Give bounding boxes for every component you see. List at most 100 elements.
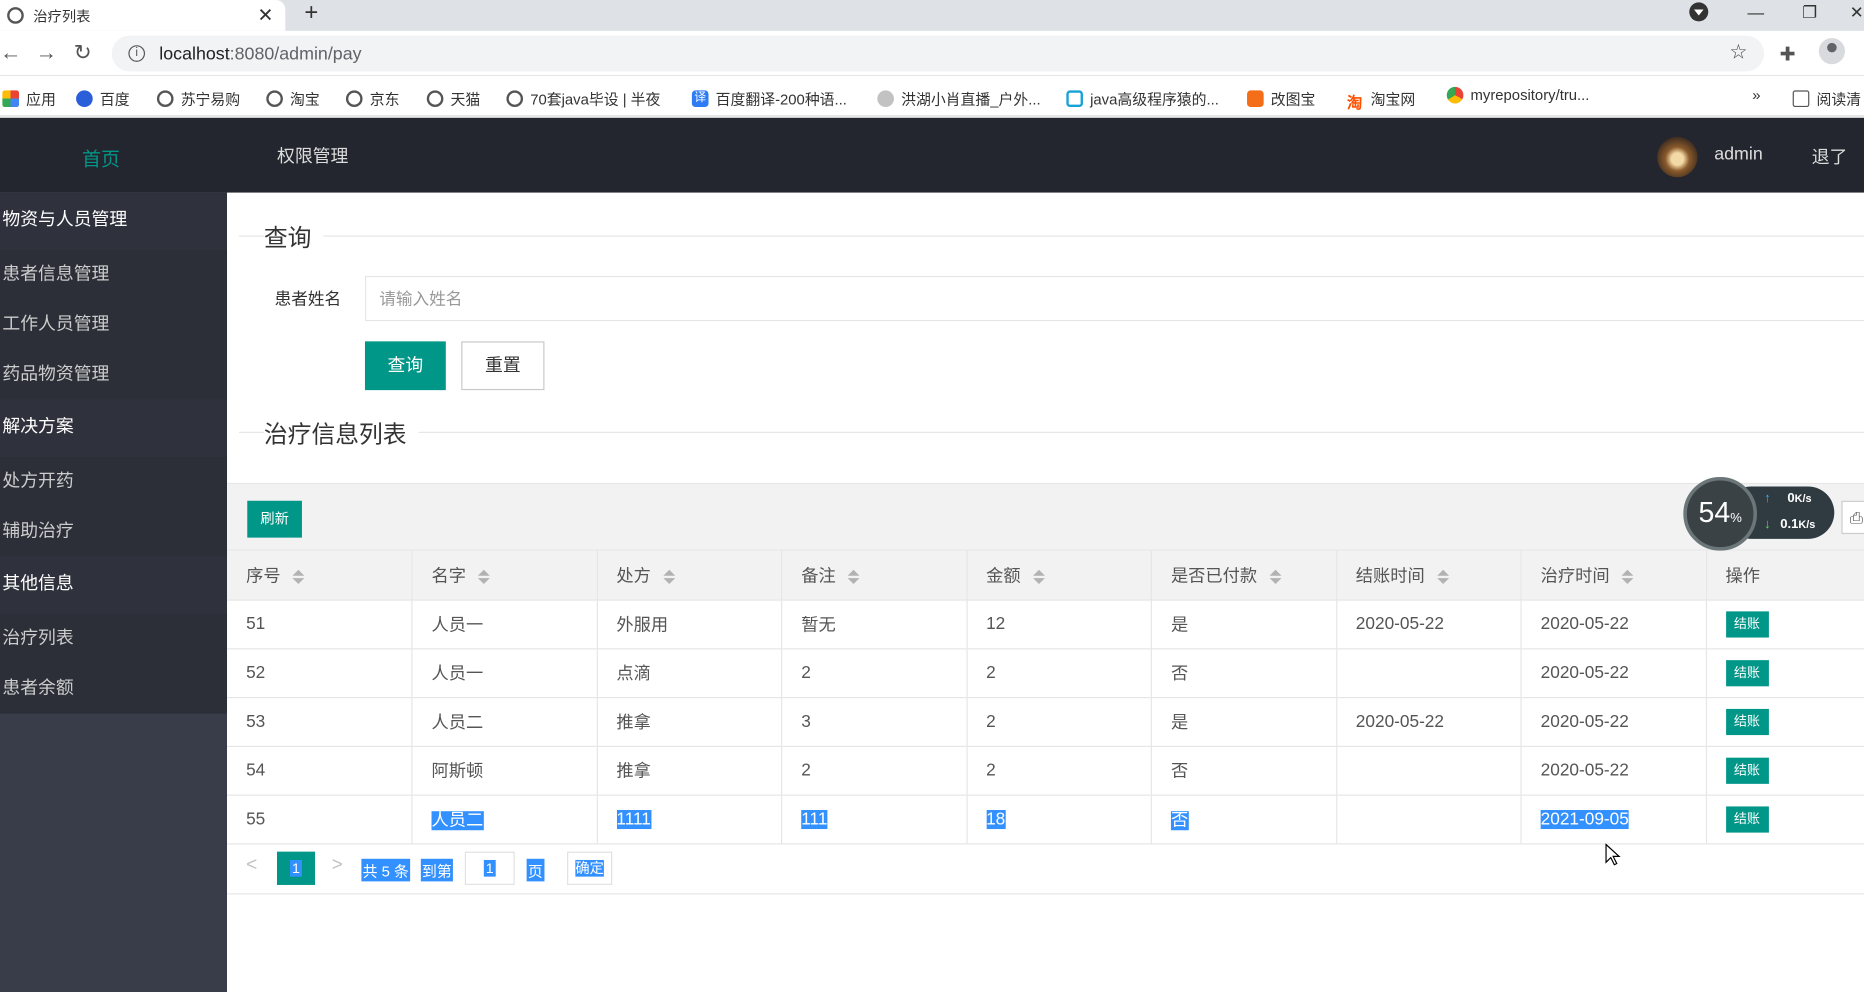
sidebar-item-staff[interactable]: 工作人员管理 [0,299,228,350]
cell-id: 51 [227,599,413,649]
sidebar-group-supplies[interactable]: 物资与人员管理 [0,192,228,250]
bookmark-taobao[interactable]: 淘宝 [266,87,320,110]
sidebar: 物资与人员管理 患者信息管理 工作人员管理 药品物资管理 解决方案 处方开药 辅… [0,192,228,992]
sidebar-group-solutions[interactable]: 解决方案 [0,399,228,457]
cell-treat-time: 2020-05-22 [1521,697,1707,747]
url-bar[interactable]: i localhost :8080/admin/pay ☆ [111,35,1765,72]
back-icon[interactable]: ← [0,40,21,65]
patient-name-input[interactable] [364,275,1864,322]
forward-icon[interactable]: → [36,40,57,65]
refresh-button[interactable]: 刷新 [247,500,302,538]
divider [238,431,1864,433]
bookmark-live[interactable]: 洪湖小肖直播_户外... [877,87,1041,110]
current-page[interactable]: 1 [276,851,316,885]
page-confirm-button[interactable]: 确定 [567,851,613,885]
sidebar-item-prescribe[interactable]: 处方开药 [0,456,228,507]
col-paid[interactable]: 是否已付款 [1151,550,1337,601]
baidu-icon [76,89,93,107]
bookmark-bilibili[interactable]: java高级程序猿的... [1066,87,1219,110]
col-id[interactable]: 序号 [227,550,413,601]
new-tab-icon[interactable]: + [304,0,318,27]
cell-id: 52 [227,648,413,698]
cell-amount: 12 [966,599,1152,649]
site-info-icon[interactable]: i [128,45,146,62]
browser-tab[interactable]: 治疗列表 ✕ [0,0,286,31]
reading-list[interactable]: 阅读清 [1792,87,1861,110]
bookmark-taobao-net[interactable]: 淘淘宝网 [1346,87,1415,111]
window-close-icon[interactable]: ✕ [1850,2,1864,22]
cell-note: 暂无 [781,599,968,649]
cell-note: 111 [781,794,968,844]
network-speed-widget[interactable]: 54% ↑ 0K/s ↓ 0.1K/s [1683,476,1835,551]
col-settle-time[interactable]: 结账时间 [1336,550,1522,601]
logout-link[interactable]: 退了 [1812,144,1848,169]
cell-prescription: 点滴 [596,648,783,698]
table-row: 54 阿斯顿 推拿 2 2 否 2020-05-22 结账 [227,745,1864,796]
sort-icon [662,569,675,584]
bookmark-fanyi[interactable]: 译百度翻译-200种语... [691,87,847,110]
bookmarks-bar: 应用 百度 苏宁易购 淘宝 京东 天猫 70套java毕设 | 半夜 译百度翻译… [0,76,1864,117]
page-number-input[interactable]: 1 [464,851,515,885]
bookmark-tmall[interactable]: 天猫 [426,87,480,110]
settle-button[interactable]: 结账 [1725,757,1769,784]
bookmark-jd[interactable]: 京东 [345,87,399,110]
sidebar-item-drugs[interactable]: 药品物资管理 [0,349,228,400]
profile-icon[interactable] [1818,38,1845,65]
bookmark-java[interactable]: 70套java毕设 | 半夜 [506,87,660,110]
nav-permissions[interactable]: 权限管理 [277,143,348,168]
username[interactable]: admin [1714,144,1763,164]
total-count: 共 5 条 [361,858,411,882]
col-prescription[interactable]: 处方 [596,550,783,601]
close-tab-icon[interactable]: ✕ [257,4,273,28]
bookmarks-more[interactable]: » [1752,87,1760,104]
col-amount[interactable]: 金额 [966,550,1152,601]
cell-paid: 是 [1151,599,1337,649]
sidebar-item-balance[interactable]: 患者余额 [0,663,228,714]
cell-name: 人员一 [411,648,598,698]
download-speed: ↓ 0.1K/s [1764,517,1816,532]
sidebar-item-treatment-list[interactable]: 治疗列表 [0,613,228,664]
extensions-icon[interactable]: ✚ [1780,43,1796,67]
sidebar-group-other[interactable]: 其他信息 [0,556,228,614]
nav-home[interactable]: 首页 [82,143,120,172]
apps-icon [2,89,20,107]
globe-icon [266,89,283,107]
sidebar-item-patients[interactable]: 患者信息管理 [0,249,228,300]
cell-treat-time: 2020-05-22 [1521,599,1707,649]
bookmark-star-icon[interactable]: ☆ [1729,40,1747,64]
prev-page-icon[interactable]: < [246,855,257,876]
cell-treat-time: 2020-05-22 [1521,745,1707,796]
settle-button[interactable]: 结账 [1725,659,1769,686]
reset-button[interactable]: 重置 [461,341,545,391]
chrome-icon [1446,86,1464,104]
bookmark-repo[interactable]: myrepository/tru... [1446,86,1589,104]
address-toolbar: ← → ↻ i localhost :8080/admin/pay ☆ ✚ [0,30,1864,77]
bookmark-baidu[interactable]: 百度 [76,87,130,110]
arrow-down-icon: ↓ [1764,517,1771,532]
cell-paid: 否 [1151,648,1337,698]
maximize-icon[interactable]: ❐ [1802,2,1817,22]
col-note[interactable]: 备注 [781,550,968,601]
col-name[interactable]: 名字 [411,550,598,601]
sort-icon [847,569,860,584]
sort-icon [292,569,305,584]
cell-treat-time: 2020-05-22 [1521,648,1707,698]
globe-icon [345,89,363,107]
settle-button[interactable]: 结账 [1725,708,1769,735]
reload-icon[interactable]: ↻ [74,40,92,65]
col-treat-time[interactable]: 治疗时间 [1521,550,1707,601]
bookmark-suning[interactable]: 苏宁易购 [156,87,240,110]
cell-treat-time: 2021-09-05 [1521,794,1707,844]
next-page-icon[interactable]: > [332,855,343,876]
avatar[interactable] [1657,136,1698,178]
print-icon[interactable]: ⎙ [1841,500,1864,535]
minimize-icon[interactable]: — [1748,2,1765,21]
cell-amount: 18 [966,794,1152,844]
tab-search-icon[interactable] [1689,2,1709,22]
bookmark-gaitubao[interactable]: 改图宝 [1247,87,1315,110]
sidebar-item-therapy[interactable]: 辅助治疗 [0,506,228,557]
query-button[interactable]: 查询 [364,341,446,391]
settle-button[interactable]: 结账 [1725,805,1769,833]
settle-button[interactable]: 结账 [1725,610,1769,637]
bookmark-apps[interactable]: 应用 [2,87,56,110]
